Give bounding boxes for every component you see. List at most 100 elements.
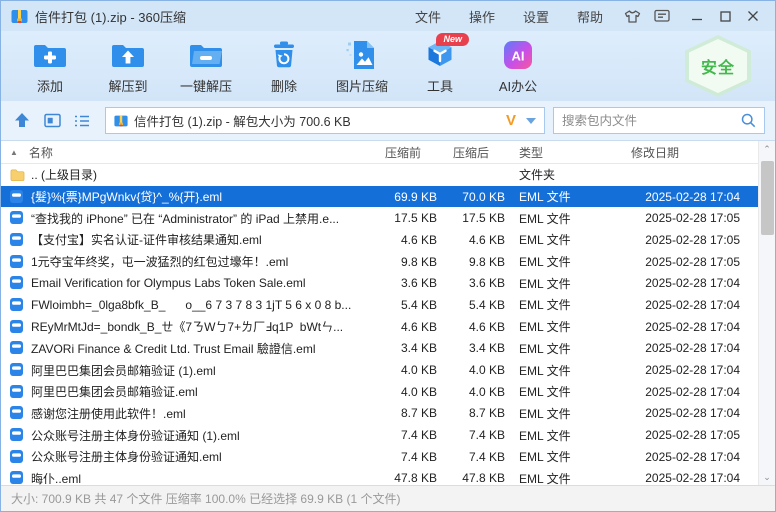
file-name: 阿里巴巴集团会员邮箱验证 (1).eml: [31, 362, 216, 379]
chevron-down-icon[interactable]: [526, 118, 536, 124]
toolbar-one-click-extract-button[interactable]: 一键解压: [167, 35, 245, 97]
safe-badge: 安全: [685, 35, 751, 97]
modified-date: 2025-02-28 17:05: [623, 255, 758, 269]
modified-date: 2025-02-28 17:04: [623, 450, 758, 464]
table-row[interactable]: 阿里巴巴集团会员邮箱验证 (1).eml4.0 KB4.0 KBEML 文件20…: [1, 359, 758, 381]
size-before: 4.0 KB: [371, 363, 443, 377]
file-type: EML 文件: [511, 427, 623, 444]
zip-file-icon: [114, 114, 128, 128]
toolbar-add-button[interactable]: 添加: [11, 35, 89, 97]
file-name: 感谢您注册使用此软件！.eml: [31, 405, 186, 422]
table-row[interactable]: 阿里巴巴集团会员邮箱验证.eml4.0 KB4.0 KBEML 文件2025-0…: [1, 381, 758, 403]
table-row[interactable]: 感谢您注册使用此软件！.eml8.7 KB8.7 KBEML 文件2025-02…: [1, 403, 758, 425]
file-name: 阿里巴巴集团会员邮箱验证.eml: [31, 383, 198, 400]
eml-file-icon: [10, 233, 24, 247]
minimize-button[interactable]: [683, 4, 711, 28]
main-toolbar: 添加解压到一键解压删除图片压缩工具NewAIAI办公 安全: [1, 31, 775, 101]
column-header-size-before[interactable]: 压缩前: [371, 144, 443, 161]
size-after: 7.4 KB: [443, 428, 511, 442]
modified-date: 2025-02-28 17:04: [623, 406, 758, 420]
file-name-cell: FWloimbh=_0lga8bfk_B_ o__6 7 3 7 8 3 1jT…: [1, 298, 371, 312]
feedback-icon: [654, 9, 670, 24]
toolbar-tools-button[interactable]: 工具New: [401, 35, 479, 97]
toolbar-delete-button[interactable]: 删除: [245, 35, 323, 97]
table-row[interactable]: 公众账号注册主体身份验证通知 (1).eml7.4 KB7.4 KBEML 文件…: [1, 424, 758, 446]
eml-file-icon: [10, 450, 24, 464]
file-name: “查找我的 iPhone” 已在 “Administrator” 的 iPad …: [31, 210, 339, 227]
size-after: 4.0 KB: [443, 385, 511, 399]
file-type: EML 文件: [511, 470, 623, 485]
vertical-scrollbar[interactable]: ⌃ ⌄: [758, 141, 775, 485]
up-level-button[interactable]: [11, 110, 33, 132]
size-after: 5.4 KB: [443, 298, 511, 312]
menu-settings[interactable]: 设置: [509, 3, 563, 30]
table-row[interactable]: “查找我的 iPhone” 已在 “Administrator” 的 iPad …: [1, 207, 758, 229]
list-view-icon: [74, 114, 90, 128]
file-name-cell: .. (上级目录): [1, 166, 371, 183]
table-row-selected[interactable]: {髮}%{票}MPgWnkv{贷}^_%{开}.eml69.9 KB70.0 K…: [1, 186, 758, 208]
skin-button[interactable]: [617, 4, 647, 28]
status-bar: 大小: 700.9 KB 共 47 个文件 压缩率 100.0% 已经选择 69…: [1, 485, 775, 511]
maximize-button[interactable]: [711, 4, 739, 28]
toolbar-ai-office-button[interactable]: AIAI办公: [479, 35, 557, 97]
size-after: 17.5 KB: [443, 211, 511, 225]
scroll-down-icon[interactable]: ⌄: [759, 469, 775, 485]
size-before: 8.7 KB: [371, 406, 443, 420]
table-row[interactable]: 1元夺宝年终奖，屯一波猛烈的红包过壕年！.eml9.8 KB9.8 KBEML …: [1, 251, 758, 273]
toolbar-image-compress-button[interactable]: 图片压缩: [323, 35, 401, 97]
eml-file-icon: [10, 341, 24, 355]
eml-file-icon: [10, 406, 24, 420]
scroll-up-icon[interactable]: ⌃: [759, 141, 775, 157]
close-button[interactable]: [739, 4, 767, 28]
table-row[interactable]: Email Verification for Olympus Labs Toke…: [1, 272, 758, 294]
table-row[interactable]: REyMrMtJd=_bondk_B_ㄝ《7ㄋWㄅ7+ㄌ厂Ⅎq1P bWtㄣ..…: [1, 316, 758, 338]
column-header-date[interactable]: 修改日期: [623, 144, 758, 161]
table-row[interactable]: 晦仆..eml47.8 KB47.8 KBEML 文件2025-02-28 17…: [1, 468, 758, 485]
search-icon[interactable]: [741, 113, 756, 128]
size-after: 3.6 KB: [443, 276, 511, 290]
close-icon: [747, 10, 759, 22]
file-list-panel: ▲ 名称 压缩前 压缩后 类型 修改日期 .. (上级目录)文件夹{髮}%{票}…: [1, 141, 775, 485]
search-box: [553, 107, 765, 134]
modified-date: 2025-02-28 17:04: [623, 320, 758, 334]
file-type: EML 文件: [511, 231, 623, 248]
list-view-button[interactable]: [71, 110, 93, 132]
view-mode-button[interactable]: [41, 110, 63, 132]
modified-date: 2025-02-28 17:05: [623, 428, 758, 442]
size-after: 8.7 KB: [443, 406, 511, 420]
column-header-type[interactable]: 类型: [511, 144, 623, 161]
title-bar: 信件打包 (1).zip - 360压缩 文件操作设置帮助: [1, 1, 775, 31]
sort-ascending-icon: ▲: [10, 148, 18, 157]
table-row[interactable]: ZAVORi Finance & Credit Ltd. Trust Email…: [1, 338, 758, 360]
size-before: 3.6 KB: [371, 276, 443, 290]
eml-file-icon: [10, 255, 24, 269]
menu-help[interactable]: 帮助: [563, 3, 617, 30]
table-row[interactable]: 【支付宝】实名认证-证件审核结果通知.eml4.6 KB4.6 KBEML 文件…: [1, 229, 758, 251]
size-before: 4.6 KB: [371, 233, 443, 247]
menu-file[interactable]: 文件: [401, 3, 455, 30]
table-row[interactable]: .. (上级目录)文件夹: [1, 164, 758, 186]
search-input[interactable]: [562, 114, 741, 128]
size-after: 47.8 KB: [443, 471, 511, 485]
table-row[interactable]: FWloimbh=_0lga8bfk_B_ o__6 7 3 7 8 3 1jT…: [1, 294, 758, 316]
size-before: 7.4 KB: [371, 428, 443, 442]
column-header-row: ▲ 名称 压缩前 压缩后 类型 修改日期: [1, 141, 758, 164]
file-type: EML 文件: [511, 405, 623, 422]
scrollbar-thumb[interactable]: [761, 161, 774, 235]
size-before: 9.8 KB: [371, 255, 443, 269]
archive-path-combo[interactable]: 信件打包 (1).zip - 解包大小为 700.6 KB V: [105, 107, 545, 134]
maximize-icon: [720, 11, 731, 22]
file-type: EML 文件: [511, 362, 623, 379]
feedback-button[interactable]: [647, 4, 677, 28]
table-row[interactable]: 公众账号注册主体身份验证通知.eml7.4 KB7.4 KBEML 文件2025…: [1, 446, 758, 468]
menu-action[interactable]: 操作: [455, 3, 509, 30]
column-header-size-after[interactable]: 压缩后: [443, 144, 511, 161]
eml-file-icon: [10, 211, 24, 225]
window-controls: [683, 4, 767, 28]
file-name-cell: 1元夺宝年终奖，屯一波猛烈的红包过壕年！.eml: [1, 253, 371, 270]
file-name-cell: ZAVORi Finance & Credit Ltd. Trust Email…: [1, 340, 371, 357]
modified-date: 2025-02-28 17:04: [623, 341, 758, 355]
toolbar-extract-to-button[interactable]: 解压到: [89, 35, 167, 97]
column-header-name[interactable]: ▲ 名称: [1, 144, 371, 161]
app-window: 信件打包 (1).zip - 360压缩 文件操作设置帮助: [0, 0, 776, 512]
